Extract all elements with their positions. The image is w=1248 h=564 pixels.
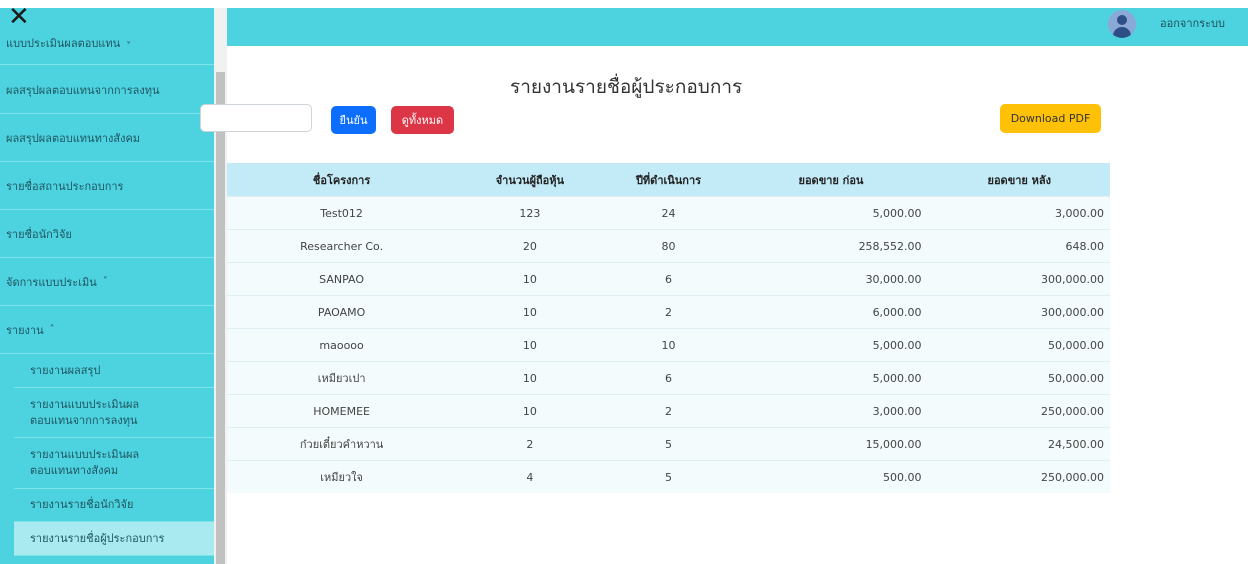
- chevron-up-icon: ˄: [49, 324, 55, 335]
- cell-shareholders: 10: [456, 295, 604, 329]
- table-row: HOMEMEE 10 2 3,000.00 250,000.00: [227, 394, 1110, 428]
- sidebar-subitem-social-report[interactable]: รายงานแบบประเมินผล ตอบแทนทางสังคม: [14, 438, 214, 489]
- logout-link[interactable]: ออกจากระบบ: [1160, 8, 1225, 40]
- cell-shareholders: 4: [456, 460, 604, 493]
- cell-shareholders: 10: [456, 328, 604, 362]
- sidebar-item-label: รายชื่อสถานประกอบการ: [6, 179, 124, 193]
- sidebar-subitem-summary-report[interactable]: รายงานผลสรุป: [14, 354, 214, 388]
- sidebar-item-reports[interactable]: รายงาน ˄: [0, 306, 214, 354]
- sidebar-subitem-investment-report[interactable]: รายงานแบบประเมินผล ตอบแทนจากการลงทุน: [14, 388, 214, 438]
- table-row: ก๋วยเตี๋ยวคำหวาน 2 5 15,000.00 24,500.00: [227, 427, 1110, 461]
- sidebar-subitem-label: รายงานแบบประเมินผล ตอบแทนจากการลงทุน: [30, 397, 140, 427]
- cell-project-name: เหมียวใจ: [227, 460, 457, 493]
- table-header-row: ชื่อโครงการ จำนวนผู้ถือหุ้น ปีที่ดำเนินก…: [227, 163, 1110, 197]
- close-icon[interactable]: ✕: [8, 8, 30, 30]
- cell-years: 6: [603, 262, 734, 296]
- cell-project-name: PAOAMO: [227, 295, 457, 329]
- sidebar-item-label: ผลสรุปผลตอบแทนทางสังคม: [6, 131, 141, 145]
- cell-project-name: HOMEMEE: [227, 394, 457, 428]
- cell-years: 6: [603, 361, 734, 395]
- confirm-button[interactable]: ยืนยัน: [331, 106, 376, 134]
- cell-sales-after: 50,000.00: [927, 361, 1110, 395]
- table-row: SANPAO 10 6 30,000.00 300,000.00: [227, 262, 1110, 296]
- cell-sales-after: 250,000.00: [927, 460, 1110, 493]
- cell-shareholders: 10: [456, 361, 604, 395]
- cell-sales-before: 6,000.00: [733, 295, 928, 329]
- cell-project-name: Researcher Co.: [227, 229, 457, 263]
- cell-project-name: SANPAO: [227, 262, 457, 296]
- sidebar: แบบประเมินผลตอบแทน ˅ ✕ ผลสรุปผลตอบแทนจาก…: [0, 8, 214, 564]
- cell-sales-after: 50,000.00: [927, 328, 1110, 362]
- scrollbar-thumb[interactable]: [216, 72, 225, 564]
- table-row: maoooo 10 10 5,000.00 50,000.00: [227, 328, 1110, 362]
- cell-project-name: เหมียวเปา: [227, 361, 457, 395]
- column-header[interactable]: ปีที่ดำเนินการ: [603, 163, 734, 197]
- cell-project-name: ก๋วยเตี๋ยวคำหวาน: [227, 427, 457, 461]
- cell-shareholders: 10: [456, 262, 604, 296]
- cell-sales-before: 5,000.00: [733, 328, 928, 362]
- cell-shareholders: 2: [456, 427, 604, 461]
- cell-years: 5: [603, 460, 734, 493]
- cell-sales-after: 250,000.00: [927, 394, 1110, 428]
- sidebar-item-social-summary[interactable]: ผลสรุปผลตอบแทนทางสังคม: [0, 114, 214, 162]
- column-header[interactable]: ยอดขาย ก่อน: [733, 163, 928, 197]
- cell-sales-after: 3,000.00: [927, 196, 1110, 230]
- table-row: เหมียวใจ 4 5 500.00 250,000.00: [227, 460, 1110, 493]
- cell-sales-after: 648.00: [927, 229, 1110, 263]
- sidebar-item-researchers[interactable]: รายชื่อนักวิจัย: [0, 210, 214, 258]
- view-all-button[interactable]: ดูทั้งหมด: [391, 106, 454, 134]
- sidebar-item-label: รายงาน: [6, 323, 44, 337]
- cell-sales-after: 24,500.00: [927, 427, 1110, 461]
- sidebar-item-investment-summary[interactable]: ผลสรุปผลตอบแทนจากการลงทุน: [0, 66, 214, 114]
- cell-sales-after: 300,000.00: [927, 262, 1110, 296]
- chevron-down-icon: ˅: [102, 276, 108, 287]
- sidebar-subitem-label: รายงานผลสรุป: [30, 363, 101, 377]
- cell-shareholders: 10: [456, 394, 604, 428]
- table-row: Test012 123 24 5,000.00 3,000.00: [227, 196, 1110, 230]
- column-header[interactable]: ชื่อโครงการ: [227, 163, 457, 197]
- cell-years: 2: [603, 295, 734, 329]
- cell-sales-before: 3,000.00: [733, 394, 928, 428]
- sidebar-subitem-label: รายงานรายชื่อนักวิจัย: [30, 498, 134, 511]
- sidebar-item-label: ผลสรุปผลตอบแทนจากการลงทุน: [6, 83, 160, 97]
- cell-sales-before: 5,000.00: [733, 361, 928, 395]
- cell-shareholders: 123: [456, 196, 604, 230]
- cell-years: 24: [603, 196, 734, 230]
- entrepreneur-table: ชื่อโครงการ จำนวนผู้ถือหุ้น ปีที่ดำเนินก…: [227, 163, 1110, 493]
- sidebar-scrollbar[interactable]: [214, 8, 227, 564]
- sidebar-item-manage-forms[interactable]: จัดการแบบประเมิน ˅: [0, 258, 214, 306]
- page-title: รายงานรายชื่อผู้ประกอบการ: [510, 76, 743, 98]
- cell-years: 2: [603, 394, 734, 428]
- cell-sales-after: 300,000.00: [927, 295, 1110, 329]
- cell-sales-before: 15,000.00: [733, 427, 928, 461]
- table-row: เหมียวเปา 10 6 5,000.00 50,000.00: [227, 361, 1110, 395]
- sidebar-subitem-researcher-report[interactable]: รายงานรายชื่อนักวิจัย: [14, 489, 214, 522]
- column-header[interactable]: ยอดขาย หลัง: [927, 163, 1110, 197]
- table-row: Researcher Co. 20 80 258,552.00 648.00: [227, 229, 1110, 263]
- search-input[interactable]: [200, 104, 312, 132]
- sidebar-item-label: แบบประเมินผลตอบแทน: [6, 37, 121, 50]
- sidebar-item-label: จัดการแบบประเมิน: [6, 275, 97, 289]
- cell-years: 80: [603, 229, 734, 263]
- user-avatar-icon[interactable]: [1108, 10, 1136, 38]
- cell-sales-before: 30,000.00: [733, 262, 928, 296]
- sidebar-subitem-label: รายงานแบบประเมินผล ตอบแทนทางสังคม: [30, 448, 140, 477]
- cell-sales-before: 500.00: [733, 460, 928, 493]
- cell-sales-before: 258,552.00: [733, 229, 928, 263]
- cell-project-name: maoooo: [227, 328, 457, 362]
- chevron-down-icon: ˅: [126, 41, 132, 52]
- cell-shareholders: 20: [456, 229, 604, 263]
- cell-sales-before: 5,000.00: [733, 196, 928, 230]
- table-row: PAOAMO 10 2 6,000.00 300,000.00: [227, 295, 1110, 329]
- sidebar-item-establishments[interactable]: รายชื่อสถานประกอบการ: [0, 162, 214, 210]
- cell-years: 10: [603, 328, 734, 362]
- sidebar-subitem-label: รายงานรายชื่อผู้ประกอบการ: [30, 531, 165, 545]
- cell-years: 5: [603, 427, 734, 461]
- column-header[interactable]: จำนวนผู้ถือหุ้น: [456, 163, 604, 197]
- cell-project-name: Test012: [227, 196, 457, 230]
- sidebar-item-evaluation-form[interactable]: แบบประเมินผลตอบแทน ˅: [0, 8, 214, 65]
- sidebar-subitem-entrepreneur-report[interactable]: รายงานรายชื่อผู้ประกอบการ: [14, 522, 214, 556]
- download-pdf-button[interactable]: Download PDF: [1000, 104, 1101, 133]
- sidebar-item-label: รายชื่อนักวิจัย: [6, 227, 72, 241]
